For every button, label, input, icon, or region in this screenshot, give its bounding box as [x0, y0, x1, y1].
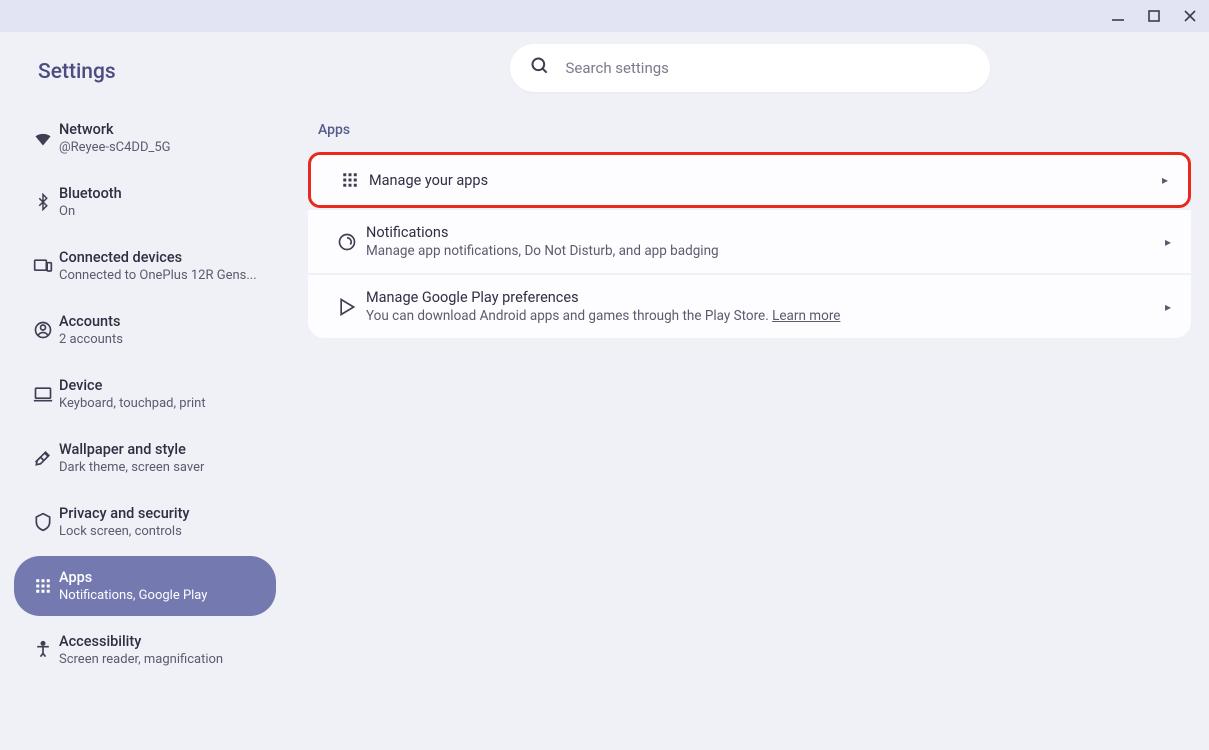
row-title: Manage Google Play preferences [366, 289, 1165, 306]
nav-subtitle: Lock screen, controls [59, 524, 190, 539]
nav-title: Accessibility [59, 633, 223, 650]
learn-more-link[interactable]: Learn more [772, 308, 840, 324]
sidebar-item-accessibility[interactable]: Accessibility Screen reader, magnificati… [14, 620, 276, 680]
palette-icon [27, 448, 59, 468]
nav-subtitle: @Reyee-sC4DD_5G [59, 140, 171, 155]
nav-subtitle: 2 accounts [59, 332, 123, 347]
nav-title: Network [59, 121, 171, 138]
nav-title: Apps [59, 569, 207, 586]
sidebar-item-accounts[interactable]: Accounts 2 accounts [14, 300, 276, 360]
window-titlebar [0, 0, 1209, 32]
row-title: Manage your apps [369, 172, 1162, 189]
account-icon [27, 320, 59, 340]
section-title: Apps [308, 114, 1191, 152]
row-manage-your-apps[interactable]: Manage your apps ▸ [308, 152, 1191, 208]
apps-grid-icon [331, 171, 369, 189]
main-panel: Apps Manage your apps ▸ Notifications Ma… [290, 32, 1209, 750]
nav-title: Accounts [59, 313, 123, 330]
sidebar-item-wallpaper[interactable]: Wallpaper and style Dark theme, screen s… [14, 428, 276, 488]
chevron-right-icon: ▸ [1162, 173, 1168, 187]
laptop-icon [27, 384, 59, 404]
sidebar: Settings Network @Reyee-sC4DD_5G Bluetoo… [0, 32, 290, 750]
nav-subtitle: Connected to OnePlus 12R Gens... [59, 268, 257, 283]
chevron-right-icon: ▸ [1165, 235, 1171, 249]
sidebar-item-device[interactable]: Device Keyboard, touchpad, print [14, 364, 276, 424]
apps-grid-icon [27, 577, 59, 595]
nav-title: Device [59, 377, 206, 394]
sidebar-item-apps[interactable]: Apps Notifications, Google Play [14, 556, 276, 616]
search-icon [530, 56, 550, 80]
sidebar-item-connected-devices[interactable]: Connected devices Connected to OnePlus 1… [14, 236, 276, 296]
row-title: Notifications [366, 224, 1165, 241]
bluetooth-icon [27, 193, 59, 211]
minimize-button[interactable] [1109, 7, 1127, 25]
row-notifications[interactable]: Notifications Manage app notifications, … [308, 210, 1191, 273]
sidebar-item-privacy[interactable]: Privacy and security Lock screen, contro… [14, 492, 276, 552]
nav-subtitle: Keyboard, touchpad, print [59, 396, 206, 411]
dnd-icon [328, 232, 366, 252]
search-input[interactable] [566, 59, 970, 77]
accessibility-icon [27, 640, 59, 660]
maximize-button[interactable] [1145, 7, 1163, 25]
nav-subtitle: Notifications, Google Play [59, 588, 207, 603]
row-subtitle: You can download Android apps and games … [366, 308, 1165, 324]
shield-icon [27, 512, 59, 532]
chevron-right-icon: ▸ [1165, 300, 1171, 314]
row-subtitle: Manage app notifications, Do Not Disturb… [366, 243, 1165, 259]
search-bar[interactable] [510, 44, 990, 92]
row-google-play[interactable]: Manage Google Play preferences You can d… [308, 275, 1191, 338]
wifi-icon [27, 128, 59, 148]
nav-subtitle: Screen reader, magnification [59, 652, 223, 667]
sidebar-item-bluetooth[interactable]: Bluetooth On [14, 172, 276, 232]
sidebar-item-network[interactable]: Network @Reyee-sC4DD_5G [14, 108, 276, 168]
nav-subtitle: Dark theme, screen saver [59, 460, 204, 475]
app-title: Settings [14, 52, 276, 108]
apps-section: Apps Manage your apps ▸ Notifications Ma… [308, 114, 1191, 340]
nav-title: Privacy and security [59, 505, 190, 522]
nav-title: Bluetooth [59, 185, 122, 202]
nav-title: Wallpaper and style [59, 441, 204, 458]
nav-subtitle: On [59, 204, 122, 219]
google-play-icon [328, 297, 366, 317]
row-subtitle-text: You can download Android apps and games … [366, 308, 772, 324]
devices-icon [27, 256, 59, 276]
close-button[interactable] [1181, 7, 1199, 25]
nav-title: Connected devices [59, 249, 257, 266]
